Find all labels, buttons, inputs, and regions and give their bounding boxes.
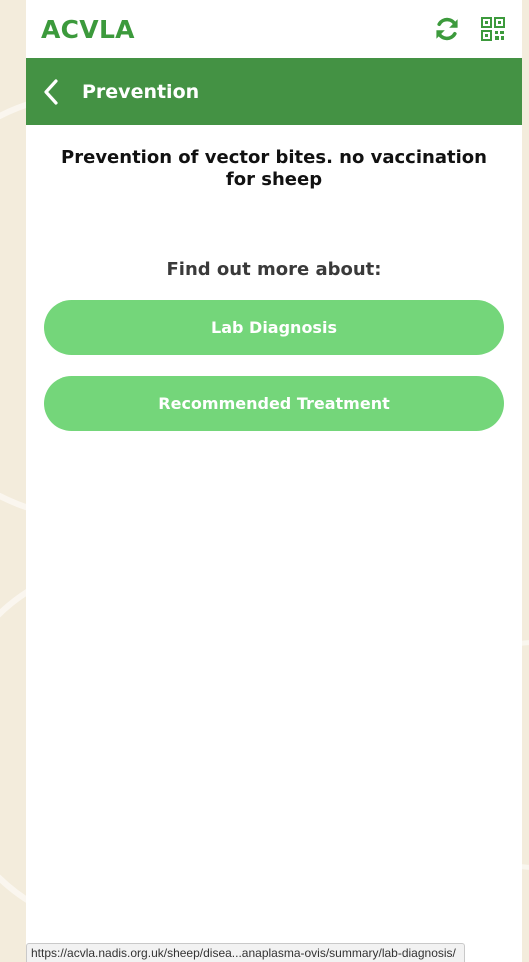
prevention-summary: Prevention of vector bites. no vaccinati… bbox=[61, 147, 487, 190]
qr-code-icon[interactable] bbox=[480, 16, 506, 42]
brand-logo[interactable]: ACVLA bbox=[41, 15, 135, 44]
refresh-icon[interactable] bbox=[434, 16, 460, 42]
top-bar: ACVLA bbox=[26, 0, 522, 58]
app-frame: ACVLA Prevention Prevention of vector bi… bbox=[26, 0, 522, 962]
link-status-url: https://acvla.nadis.org.uk/sheep/disea..… bbox=[26, 943, 465, 962]
main-content: Prevention of vector bites. no vaccinati… bbox=[26, 125, 522, 431]
chevron-left-icon bbox=[44, 78, 58, 105]
recommended-treatment-button[interactable]: Recommended Treatment bbox=[44, 376, 504, 431]
back-button[interactable] bbox=[40, 77, 62, 107]
page-title: Prevention bbox=[82, 80, 200, 103]
top-bar-actions bbox=[434, 16, 506, 42]
page-header: Prevention bbox=[26, 58, 522, 125]
find-out-more-heading: Find out more about: bbox=[166, 259, 382, 280]
lab-diagnosis-button[interactable]: Lab Diagnosis bbox=[44, 300, 504, 355]
